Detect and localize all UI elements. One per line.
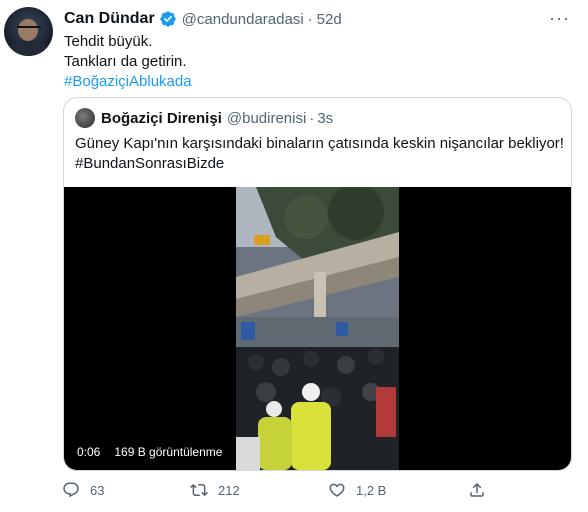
reply-icon: [63, 482, 79, 498]
more-icon[interactable]: ···: [549, 8, 570, 29]
like-button[interactable]: 1,2 B: [328, 481, 386, 499]
retweet-button[interactable]: 212: [190, 481, 240, 499]
avatar-body: [9, 41, 49, 56]
avatar-glasses: [17, 26, 41, 33]
retweet-count: 212: [218, 482, 240, 498]
quoted-text: Güney Kapı'nın karşısındaki binaların ça…: [75, 134, 564, 174]
tweet-text: Tehdit büyük. Tankları da getirin. #Boğa…: [64, 32, 192, 92]
hashtag-link[interactable]: #BoğaziçiAblukada: [64, 72, 192, 92]
quoted-author-handle[interactable]: @budirenisi: [227, 110, 306, 127]
video-overlay: 0:06 169 B görüntülenme: [72, 443, 228, 461]
author-handle[interactable]: @candundaradasi: [182, 11, 304, 28]
tweet[interactable]: Can Dündar @candundaradasi · 52d ··· Teh…: [0, 0, 588, 512]
action-bar: 63 212 1,2 B: [62, 481, 582, 503]
verified-badge-icon: [159, 11, 176, 27]
quoted-avatar[interactable]: [75, 108, 95, 128]
video-views: 169 B görüntülenme: [109, 443, 228, 461]
separator-dot: ·: [309, 109, 315, 127]
video-scene-image: [236, 187, 399, 470]
video-duration: 0:06: [72, 443, 106, 461]
tweet-text-line: Tehdit büyük.: [64, 33, 153, 50]
reply-button[interactable]: 63: [62, 481, 104, 499]
share-button[interactable]: [468, 481, 486, 499]
retweet-icon: [190, 483, 208, 497]
share-icon: [470, 482, 484, 497]
timestamp[interactable]: 52d: [317, 11, 342, 28]
video-frame: [236, 187, 399, 470]
video-player[interactable]: 0:06 169 B görüntülenme: [64, 187, 571, 470]
quoted-timestamp[interactable]: 3s: [317, 110, 333, 127]
tweet-header: Can Dündar @candundaradasi · 52d: [64, 9, 342, 29]
like-count: 1,2 B: [356, 482, 387, 498]
quoted-text-line: Güney Kapı'nın karşısındaki binaların ça…: [75, 135, 564, 152]
like-icon: [329, 483, 345, 497]
reply-count: 63: [90, 482, 105, 498]
separator-dot: ·: [307, 10, 313, 28]
tweet-text-line: Tankları da getirin.: [64, 53, 187, 70]
quoted-hashtag[interactable]: #BundanSonrasıBizde: [75, 154, 564, 174]
quoted-tweet[interactable]: Boğaziçi Direnişi @budirenisi · 3s Güney…: [63, 97, 572, 471]
avatar[interactable]: [4, 7, 53, 56]
quoted-header: Boğaziçi Direnişi @budirenisi · 3s: [101, 108, 333, 128]
author-name[interactable]: Can Dündar: [64, 10, 155, 28]
quoted-author-name[interactable]: Boğaziçi Direnişi: [101, 110, 222, 127]
